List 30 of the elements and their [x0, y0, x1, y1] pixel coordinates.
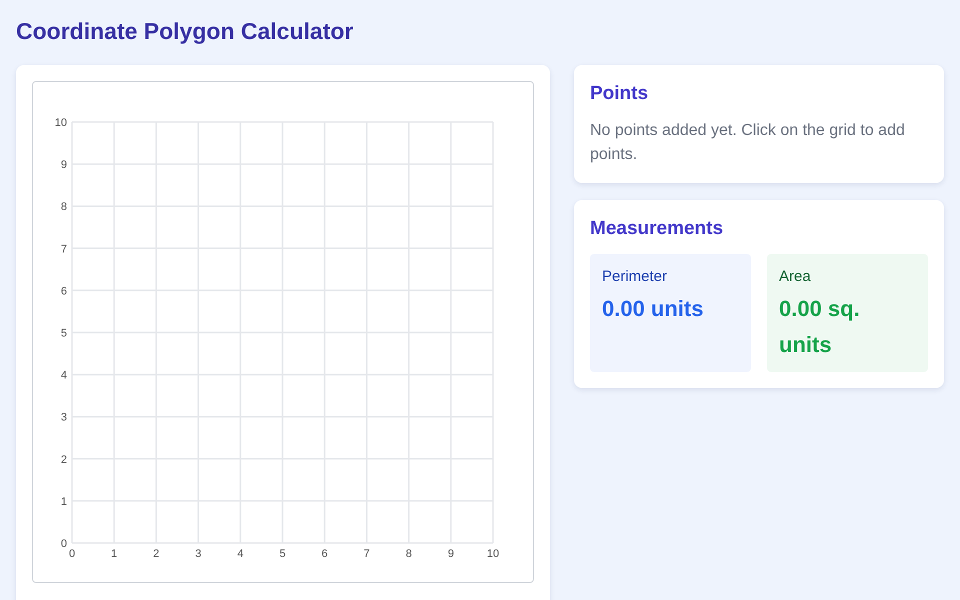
x-tick-label: 2	[153, 548, 160, 560]
y-tick-label: 4	[60, 370, 67, 382]
x-tick-label: 0	[68, 548, 76, 560]
x-tick-label: 4	[237, 548, 244, 560]
y-tick-label: 2	[60, 454, 67, 466]
x-tick-label: 1	[111, 548, 118, 560]
x-tick-label: 7	[364, 548, 370, 560]
measurement-value: 0.00 units	[602, 295, 704, 323]
y-tick-label: 0	[60, 538, 67, 550]
card-heading: Measurements	[590, 218, 724, 240]
y-tick-label: 5	[60, 328, 67, 340]
x-tick-label: 3	[195, 548, 202, 560]
y-tick-label: 3	[60, 412, 67, 424]
card-heading: Points	[590, 83, 650, 105]
x-tick-label: 5	[279, 548, 286, 560]
empty-message: No points added yet. Click on the grid to add points.	[590, 121, 906, 165]
measurement-label: Area	[779, 268, 812, 285]
y-tick-label: 9	[60, 159, 67, 172]
page-title: Coordinate Polygon Calculator	[16, 18, 354, 45]
x-tick-label: 8	[406, 548, 412, 560]
y-tick-label: 1	[60, 496, 67, 508]
x-tick-label: 9	[448, 548, 454, 560]
x-tick-label: 10	[486, 548, 500, 560]
y-tick-label: 7	[60, 243, 67, 256]
measurement-value: 0.00 sq. units	[779, 295, 861, 359]
measurement-label: Perimeter	[602, 268, 668, 285]
y-tick-label: 10	[54, 117, 67, 129]
x-tick-label: 6	[322, 548, 328, 560]
y-tick-label: 8	[60, 201, 67, 214]
y-tick-label: 6	[60, 285, 67, 298]
